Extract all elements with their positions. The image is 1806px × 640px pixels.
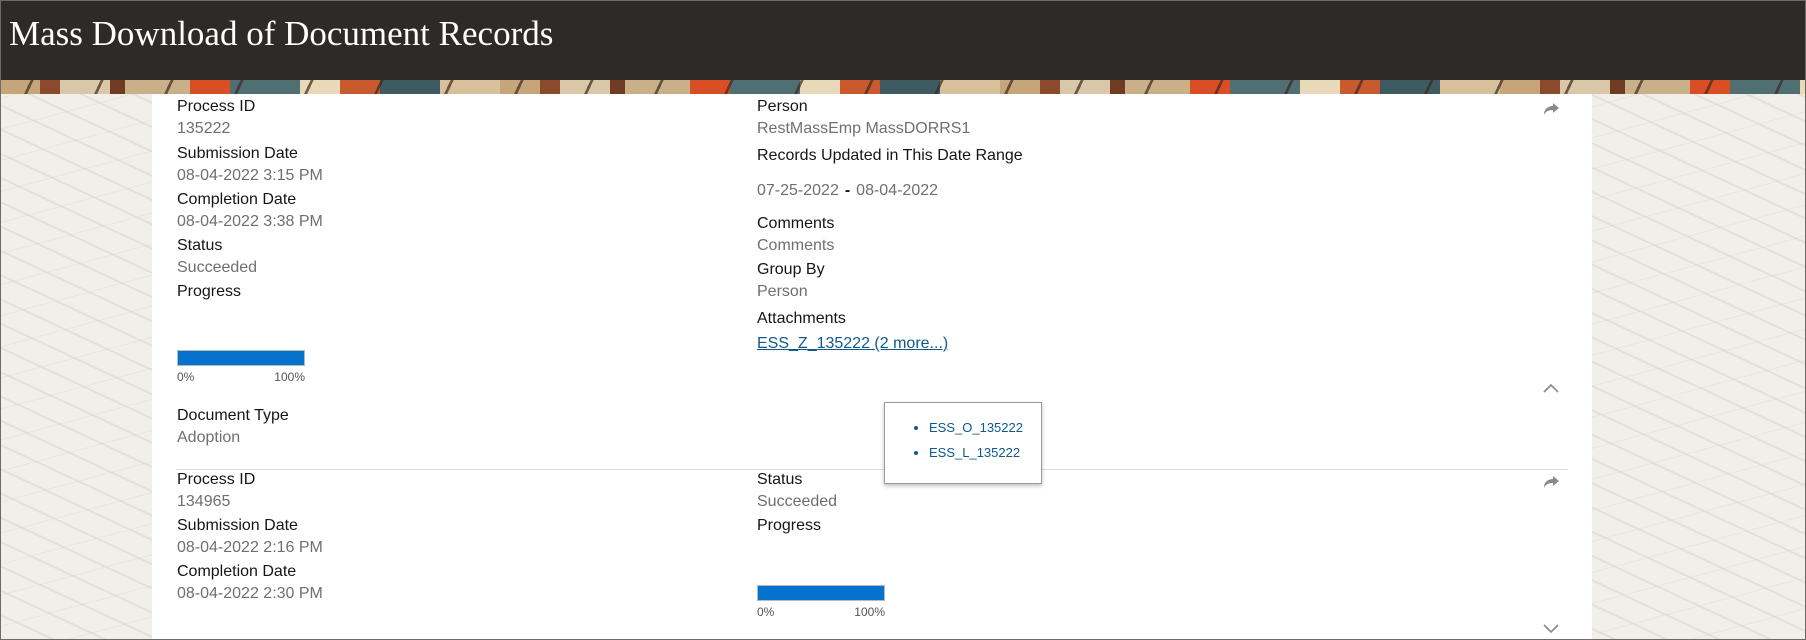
completion-date-field: Completion Date 08-04-2022 3:38 PM [177,190,323,232]
completion-date-label: Completion Date [177,191,297,208]
attachment-item[interactable]: ESS_L_135222 [929,440,1041,465]
page-header: Mass Download of Document Records [0,0,1806,94]
chevron-down-icon[interactable] [1541,618,1561,638]
process-id-value: 134965 [177,493,231,510]
more-attachments-popup: ESS_O_135222 ESS_L_135222 [884,402,1042,484]
date-from-value: 07-25-2022 [757,182,839,199]
status-field: Status Succeeded [757,470,837,512]
date-range-field: Records Updated in This Date Range 07-25… [757,146,1023,200]
completion-date-label: Completion Date [177,563,297,580]
group-by-field: Group By Person [757,260,825,302]
process-id-field: Process ID 135222 [177,97,255,139]
progress-bar [177,350,305,366]
submission-date-label: Submission Date [177,517,298,534]
date-range-label: Records Updated in This Date Range [757,147,1023,164]
completion-date-value: 08-04-2022 2:30 PM [177,585,323,602]
submission-date-value: 08-04-2022 3:15 PM [177,167,323,184]
progress-bar-fill [758,586,884,600]
date-to-value: 08-04-2022 [856,182,939,199]
status-label: Status [177,237,223,254]
more-attachments-list: ESS_O_135222 ESS_L_135222 [885,403,1041,465]
progress-max-label: 100% [274,370,305,384]
status-value: Succeeded [177,259,258,276]
progress-scale: 0% 100% [757,605,885,619]
document-type-field: Document Type Adoption [177,406,289,448]
process-id-value: 135222 [177,120,231,137]
progress-bar [757,585,885,601]
record-card: Process ID 135222 Submission Date 08-04-… [152,94,1592,470]
group-by-label: Group By [757,261,825,278]
attachments-field: Attachments ESS_Z_135222 (2 more...) [757,309,948,353]
progress-field: Progress [757,516,821,536]
progress-bar-fill [178,351,304,365]
status-field: Status Succeeded [177,236,257,278]
record-card: Process ID 134965 Submission Date 08-04-… [152,470,1592,640]
date-range-values: 07-25-2022-08-04-2022 [757,182,1023,200]
document-type-label: Document Type [177,407,289,424]
person-value: RestMassEmp MassDORRS1 [757,120,971,137]
person-label: Person [757,98,808,115]
completion-date-value: 08-04-2022 3:38 PM [177,213,323,230]
progress-min-label: 0% [177,370,195,384]
document-type-value: Adoption [177,429,241,446]
progress-meter: 0% 100% [177,350,305,384]
header-decoration [0,80,1806,94]
progress-field: Progress [177,282,241,302]
progress-scale: 0% 100% [177,370,305,384]
process-id-field: Process ID 134965 [177,470,255,512]
submission-date-field: Submission Date 08-04-2022 2:16 PM [177,516,323,558]
submission-date-field: Submission Date 08-04-2022 3:15 PM [177,144,323,186]
progress-min-label: 0% [757,605,775,619]
records-panel: Process ID 135222 Submission Date 08-04-… [152,94,1592,640]
date-range-separator: - [844,182,851,199]
process-id-label: Process ID [177,98,256,115]
comments-field: Comments Comments [757,214,834,256]
progress-label: Progress [757,517,822,534]
progress-meter: 0% 100% [757,585,885,619]
comments-label: Comments [757,215,835,232]
comments-value: Comments [757,237,835,254]
attachments-label: Attachments [757,310,846,327]
attachment-link[interactable]: ESS_Z_135222 (2 more...) [757,335,948,353]
person-field: Person RestMassEmp MassDORRS1 [757,97,970,139]
submission-date-value: 08-04-2022 2:16 PM [177,539,323,556]
status-value: Succeeded [757,493,838,510]
refresh-icon[interactable] [1541,100,1561,120]
progress-label: Progress [177,283,242,300]
progress-max-label: 100% [854,605,885,619]
group-by-value: Person [757,283,808,300]
submission-date-label: Submission Date [177,145,298,162]
page-title: Mass Download of Document Records [9,14,554,53]
chevron-up-icon[interactable] [1541,379,1561,399]
status-label: Status [757,471,803,488]
process-id-label: Process ID [177,471,256,488]
refresh-icon[interactable] [1541,473,1561,493]
attachment-item[interactable]: ESS_O_135222 [929,415,1041,440]
completion-date-field: Completion Date 08-04-2022 2:30 PM [177,562,323,604]
